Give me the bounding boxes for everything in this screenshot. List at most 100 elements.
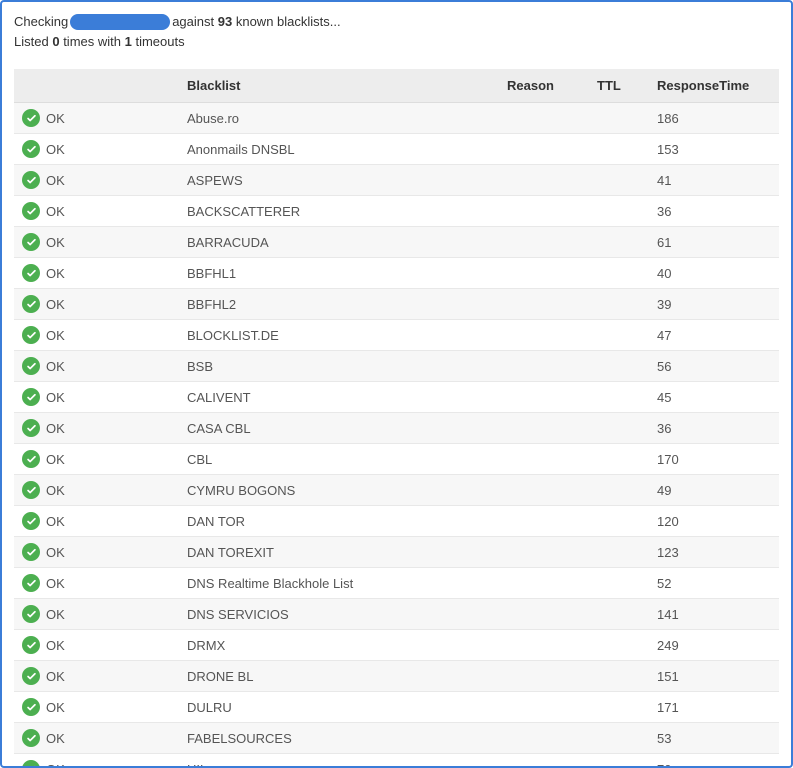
- ttl-cell: [589, 599, 649, 630]
- listed-mid: times with: [63, 34, 121, 49]
- check-circle-icon: [22, 388, 40, 406]
- ttl-cell: [589, 103, 649, 134]
- status-text: OK: [46, 142, 65, 157]
- response-time-cell: 61: [649, 227, 779, 258]
- reason-cell: [499, 382, 589, 413]
- reason-cell: [499, 351, 589, 382]
- table-row: OKHIL70: [14, 754, 779, 768]
- ttl-cell: [589, 723, 649, 754]
- blacklist-name: DRONE BL: [179, 661, 499, 692]
- status-text: OK: [46, 297, 65, 312]
- check-circle-icon: [22, 109, 40, 127]
- ttl-cell: [589, 506, 649, 537]
- table-row: OK DRMX 249: [14, 630, 779, 661]
- check-circle-icon: [22, 233, 40, 251]
- blacklist-name: FABELSOURCES: [179, 723, 499, 754]
- page-container: Checking against 93 known blacklists... …: [0, 0, 793, 768]
- table-row: OKCBL170: [14, 444, 779, 475]
- status-text: OK: [46, 266, 65, 281]
- check-circle-icon: [22, 636, 40, 654]
- reason-cell: [499, 227, 589, 258]
- blacklist-name: ASPEWS: [179, 165, 499, 196]
- ttl-cell: [589, 568, 649, 599]
- check-circle-icon: [22, 698, 40, 716]
- response-time-cell: 153: [649, 134, 779, 165]
- blacklist-name: Anonmails DNSBL: [179, 134, 499, 165]
- blacklist-name: DULRU: [179, 692, 499, 723]
- status-text: OK: [46, 638, 65, 653]
- response-time-cell: 123: [649, 537, 779, 568]
- col-blacklist[interactable]: Blacklist: [179, 69, 499, 103]
- check-circle-icon: [22, 512, 40, 530]
- response-time-cell: 41: [649, 165, 779, 196]
- table-row: OKAbuse.ro186: [14, 103, 779, 134]
- ttl-cell: [589, 165, 649, 196]
- status-text: OK: [46, 173, 65, 188]
- reason-cell: [499, 661, 589, 692]
- blacklist-name: HIL: [179, 754, 499, 768]
- status-cell: OK: [14, 599, 179, 630]
- status-cell: OK: [14, 475, 179, 506]
- status-text: OK: [46, 607, 65, 622]
- ttl-cell: [589, 320, 649, 351]
- reason-cell: [499, 475, 589, 506]
- ttl-cell: [589, 475, 649, 506]
- table-row: OKBSB56: [14, 351, 779, 382]
- status-cell: OK: [14, 723, 179, 754]
- ttl-cell: [589, 196, 649, 227]
- response-time-cell: 171: [649, 692, 779, 723]
- redacted-ip: [70, 14, 170, 30]
- check-circle-icon: [22, 171, 40, 189]
- status-cell: OK: [14, 413, 179, 444]
- status-cell: OK: [14, 630, 179, 661]
- ttl-cell: [589, 134, 649, 165]
- status-text: OK: [46, 700, 65, 715]
- reason-cell: [499, 289, 589, 320]
- table-row: OKDNS Realtime Blackhole List52: [14, 568, 779, 599]
- status-cell: OK: [14, 165, 179, 196]
- check-circle-icon: [22, 481, 40, 499]
- blacklist-name: DRMX: [179, 630, 499, 661]
- response-time-cell: 120: [649, 506, 779, 537]
- col-reason[interactable]: Reason: [499, 69, 589, 103]
- check-circle-icon: [22, 140, 40, 158]
- table-row: OK Anonmails DNSBL 153: [14, 134, 779, 165]
- reason-cell: [499, 413, 589, 444]
- check-circle-icon: [22, 450, 40, 468]
- col-response-time[interactable]: ResponseTime: [649, 69, 779, 103]
- reason-cell: [499, 754, 589, 768]
- blacklist-name: DAN TOR: [179, 506, 499, 537]
- check-circle-icon: [22, 419, 40, 437]
- table-row: OKDRONE BL151: [14, 661, 779, 692]
- response-time-cell: 52: [649, 568, 779, 599]
- response-time-cell: 249: [649, 630, 779, 661]
- blacklist-name: DNS SERVICIOS: [179, 599, 499, 630]
- ttl-cell: [589, 413, 649, 444]
- col-status[interactable]: [14, 69, 179, 103]
- reason-cell: [499, 506, 589, 537]
- response-time-cell: 53: [649, 723, 779, 754]
- table-row: OKBLOCKLIST.DE47: [14, 320, 779, 351]
- status-text: OK: [46, 731, 65, 746]
- blacklist-name: BLOCKLIST.DE: [179, 320, 499, 351]
- blacklist-name: BBFHL2: [179, 289, 499, 320]
- status-text: OK: [46, 111, 65, 126]
- check-circle-icon: [22, 357, 40, 375]
- ttl-cell: [589, 537, 649, 568]
- ttl-cell: [589, 754, 649, 768]
- status-cell: OK: [14, 258, 179, 289]
- blacklist-name: CALIVENT: [179, 382, 499, 413]
- response-time-cell: 56: [649, 351, 779, 382]
- status-cell: OK: [14, 537, 179, 568]
- listed-count: 0: [52, 34, 59, 49]
- check-circle-icon: [22, 760, 40, 768]
- table-row: OK FABELSOURCES 53: [14, 723, 779, 754]
- col-ttl[interactable]: TTL: [589, 69, 649, 103]
- check-circle-icon: [22, 202, 40, 220]
- reason-cell: [499, 103, 589, 134]
- status-header: Checking against 93 known blacklists... …: [2, 2, 791, 59]
- blacklist-name: BBFHL1: [179, 258, 499, 289]
- status-cell: OK: [14, 320, 179, 351]
- blacklist-name: DAN TOREXIT: [179, 537, 499, 568]
- reason-cell: [499, 537, 589, 568]
